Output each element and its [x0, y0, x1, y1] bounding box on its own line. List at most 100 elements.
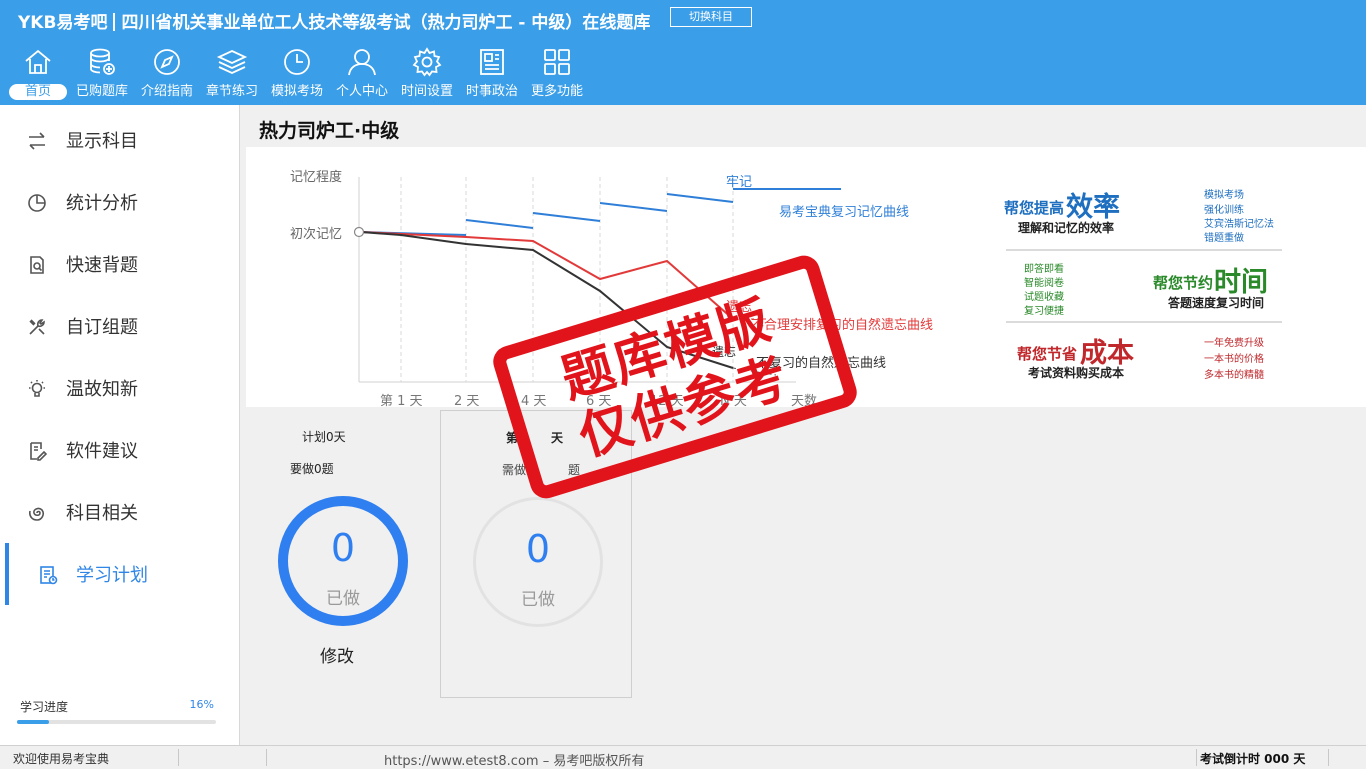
sidebar-item-statistics[interactable]: 统计分析	[0, 171, 240, 233]
promo-list-item: 多本书的精髓	[1204, 370, 1264, 381]
swap-arrows-icon	[29, 132, 45, 150]
progress-bar	[17, 720, 216, 724]
promo-list-item: 错题重做	[1204, 233, 1244, 244]
progress-label: 学习进度	[20, 700, 69, 714]
nav-guide[interactable]: 介绍指南	[135, 46, 199, 104]
ykb-review-curve	[360, 188, 841, 236]
sidebar-item-label: 统计分析	[66, 193, 138, 214]
subject-title: 热力司炉工·中级	[259, 120, 400, 142]
promo-list-item: 模拟考场	[1204, 190, 1244, 201]
sidebar-item-custom-quiz[interactable]: 自订组题	[0, 295, 240, 357]
ykb-curve-label: 易考宝典复习记忆曲线	[779, 205, 910, 220]
nav-chapters[interactable]: 章节练习	[200, 46, 264, 104]
nav-label: 首页	[9, 84, 67, 100]
nav-more[interactable]: 更多功能	[525, 46, 589, 104]
remember-label: 牢记	[726, 175, 753, 190]
logo: YKB易考吧	[18, 13, 108, 33]
nav-label: 已购题库	[75, 84, 128, 99]
user-icon	[348, 49, 376, 76]
status-divider	[266, 749, 267, 766]
sidebar-item-label: 学习计划	[76, 565, 148, 586]
nav-politics[interactable]: 时事政治	[460, 46, 524, 104]
sidebar-item-quick-review[interactable]: 快速背题	[0, 233, 240, 295]
grid-icon	[544, 49, 570, 75]
status-divider	[1328, 749, 1329, 766]
nav-label: 更多功能	[530, 84, 583, 99]
newspaper-icon	[480, 49, 504, 75]
sidebar-item-label: 软件建议	[66, 441, 138, 462]
promo-list-item: 复习便捷	[1024, 306, 1064, 317]
sidebar: 显示科目 统计分析 快速背题 自订组题 温故知新 软件建议 科目相关 学习计划 …	[0, 105, 240, 745]
layers-icon	[216, 50, 248, 74]
modify-button[interactable]: 修改	[320, 642, 354, 667]
done-count: 0	[330, 526, 356, 570]
welcome-text: 欢迎使用易考宝典	[13, 752, 110, 766]
promo-time-sub: 答题速度复习时间	[1168, 296, 1265, 310]
initial-memory-label: 初次记忆	[290, 227, 343, 242]
promo-list-item: 试题收藏	[1024, 292, 1064, 303]
promo-list-item: 即答即看	[1024, 264, 1064, 275]
x-tick-label: 第 1 天	[380, 394, 423, 409]
promo-list-item: 智能阅卷	[1024, 278, 1064, 289]
sidebar-item-suggestions[interactable]: 软件建议	[0, 419, 240, 481]
promo-cost-sub: 考试资料购买成本	[1028, 366, 1125, 380]
tools-icon	[29, 319, 45, 335]
page-title: 四川省机关事业单位工人技术等级考试（热力司炉工 - 中级）在线题库	[121, 13, 651, 33]
edit-document-icon	[30, 442, 47, 461]
nav-personal[interactable]: 个人中心	[330, 46, 394, 104]
app-title: YKB易考吧 四川省机关事业单位工人技术等级考试（热力司炉工 - 中级）在线题库	[18, 8, 650, 33]
promo-time-head: 帮您节约	[1153, 274, 1214, 292]
sidebar-item-label: 科目相关	[66, 503, 138, 524]
plan-questions: 要做0题	[290, 462, 334, 476]
nav-label: 模拟考场	[270, 84, 323, 99]
spiral-icon	[29, 507, 44, 521]
lightbulb-icon	[29, 380, 45, 397]
status-divider	[178, 749, 179, 766]
nav-time-settings[interactable]: 时间设置	[395, 46, 459, 104]
sidebar-item-show-subjects[interactable]: 显示科目	[0, 109, 240, 171]
status-bar: 欢迎使用易考宝典 https://www.etest8.com – 易考吧版权所…	[0, 745, 1366, 769]
sidebar-item-subject-related[interactable]: 科目相关	[0, 481, 240, 543]
promo-efficiency-head: 帮您提高	[1004, 199, 1065, 217]
progress-percent: 16%	[189, 698, 214, 711]
promo-list-item: 艾宾浩斯记忆法	[1204, 219, 1274, 230]
nav-label: 个人中心	[335, 84, 388, 99]
sidebar-item-label: 显示科目	[66, 131, 138, 152]
study-plan-card: 计划0天 要做0题 0 已做 修改	[258, 410, 433, 700]
title-divider	[113, 13, 116, 31]
x-tick-label: 2 天	[454, 394, 480, 409]
sidebar-item-study-plan[interactable]: 学习计划	[0, 543, 240, 605]
nav-label: 介绍指南	[140, 84, 193, 99]
sidebar-item-label: 温故知新	[66, 379, 138, 400]
database-add-icon	[90, 48, 115, 75]
compass-icon	[154, 49, 180, 75]
today-done-label: 已做	[521, 590, 555, 610]
copyright-text: https://www.etest8.com – 易考吧版权所有	[384, 754, 645, 769]
top-bar: YKB易考吧 四川省机关事业单位工人技术等级考试（热力司炉工 - 中级）在线题库 …	[0, 0, 1366, 105]
need-prefix: 需做	[502, 463, 527, 477]
sidebar-item-label: 快速背题	[66, 255, 138, 276]
sidebar-item-label: 自订组题	[66, 317, 138, 338]
sidebar-item-review-old[interactable]: 温故知新	[0, 357, 240, 419]
promo-efficiency-sub: 理解和记忆的效率	[1018, 221, 1115, 235]
promo-list-item: 一本书的价格	[1204, 354, 1264, 365]
nav-home[interactable]: 首页	[6, 46, 70, 104]
progress-fill	[17, 720, 49, 724]
start-point	[353, 226, 365, 238]
plan-days: 计划0天	[302, 430, 346, 444]
promo-cost-head: 帮您节省	[1017, 345, 1078, 363]
switch-subject-button[interactable]: 切换科目	[670, 7, 752, 27]
promo-list-item: 一年免费升级	[1204, 338, 1264, 349]
nav-label: 时事政治	[465, 84, 518, 99]
done-label: 已做	[326, 589, 360, 609]
clock-icon	[284, 49, 310, 75]
today-done-count: 0	[525, 527, 551, 571]
y-axis-label: 记忆程度	[290, 170, 343, 185]
document-search-icon	[30, 256, 44, 274]
active-indicator	[5, 543, 9, 605]
nav-mock-exam[interactable]: 模拟考场	[265, 46, 329, 104]
home-icon	[25, 49, 51, 74]
nav-purchased[interactable]: 已购题库	[70, 46, 134, 104]
nav-label: 章节练习	[205, 84, 258, 99]
calendar-plan-icon	[40, 566, 58, 585]
